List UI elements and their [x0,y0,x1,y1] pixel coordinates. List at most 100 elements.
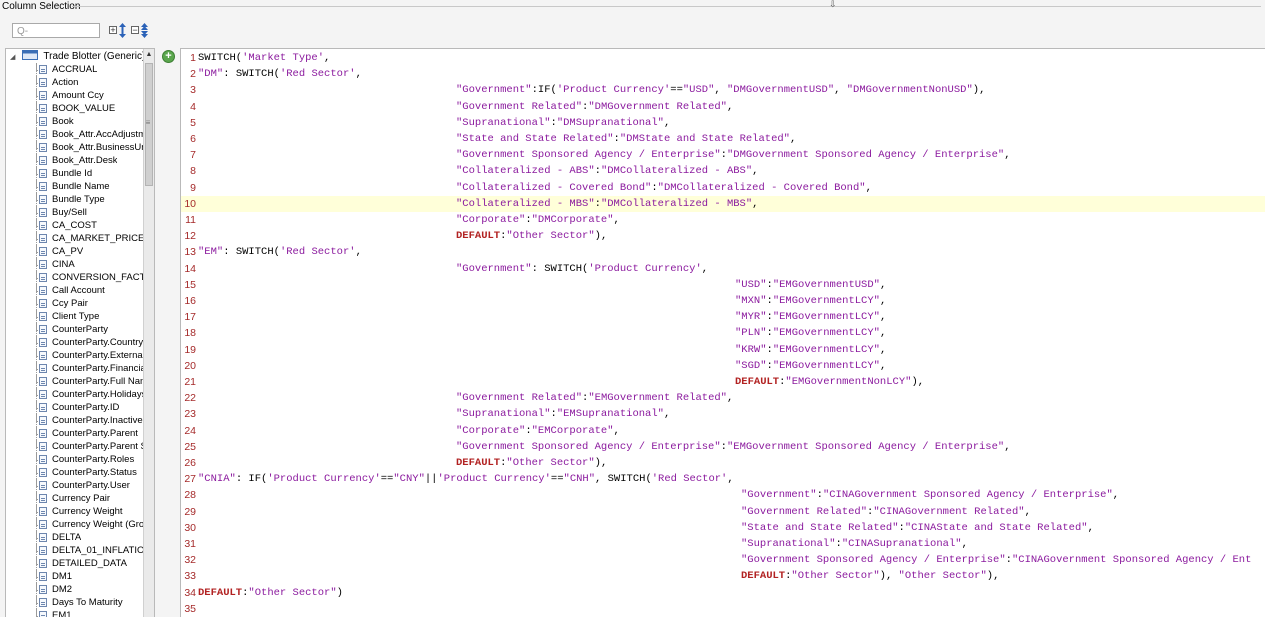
code-line[interactable]: 16 "MXN":"EMGovernmentLCY", [181,293,1265,309]
string-token: "Corporate" [456,214,526,226]
tree-item[interactable]: CounterParty [6,323,146,336]
code-line[interactable]: 19 "KRW":"EMGovernmentLCY", [181,342,1265,358]
tree-item[interactable]: CounterParty.Inactive [6,414,146,427]
tree-item[interactable]: Action [6,76,146,89]
code-line[interactable]: 22 "Government Related":"EMGovernment Rel… [181,390,1265,406]
tree-item[interactable]: BOOK_VALUE [6,102,146,115]
tree-item[interactable]: CounterParty.User [6,479,146,492]
tree-item[interactable]: CounterParty.Status [6,466,146,479]
code-token: , [324,52,331,64]
tree-scrollbar[interactable]: ▲ ≡ [143,49,154,617]
tree-item[interactable]: Call Account [6,284,146,297]
tree-item[interactable]: DELTA_01_INFLATION [6,544,146,557]
tree-item[interactable]: ACCRUAL [6,63,146,76]
tree-item[interactable]: Days To Maturity [6,596,146,609]
code-line[interactable]: 32 "Government Sponsored Agency / Enterpr… [181,552,1265,568]
code-line[interactable]: 8 "Collateralized - ABS":"DMCollateralize… [181,163,1265,179]
tree-item-label: CounterParty.User [52,480,130,491]
tree-item[interactable]: Ccy Pair [6,297,146,310]
code-line[interactable]: 9 "Collateralized - Covered Bond":"DMColl… [181,180,1265,196]
code-line[interactable]: 20 "SGD":"EMGovernmentLCY", [181,358,1265,374]
code-line[interactable]: 6 "State and State Related":"DMState and … [181,131,1265,147]
resize-handle-icon[interactable]: ⇩ [829,0,837,9]
tree-item[interactable]: Currency Weight [6,505,146,518]
code-line[interactable]: 17 "MYR":"EMGovernmentLCY", [181,309,1265,325]
tree-item[interactable]: Bundle Type [6,193,146,206]
code-line[interactable]: 14 "Government": SWITCH('Product Currency… [181,261,1265,277]
tree-item[interactable]: Bundle Id [6,167,146,180]
string-token: "USD" [682,84,715,97]
code-line[interactable]: 10 "Collateralized - MBS":"DMCollateraliz… [181,195,1265,212]
code-line[interactable]: 13 "EM": SWITCH('Red Sector', [181,244,1265,260]
tree-item[interactable]: CounterParty.ID [6,401,146,414]
tree-item[interactable]: CounterParty.Country [6,336,146,349]
tree-item[interactable]: Buy/Sell [6,206,146,219]
tree-item[interactable]: EM1 [6,609,146,617]
code-line[interactable]: 35 [181,601,1265,617]
tree-item[interactable]: Currency Pair [6,492,146,505]
tree-item[interactable]: CounterParty.Holidays [6,388,146,401]
code-line[interactable]: 25 "Government Sponsored Agency / Enterpr… [181,439,1265,455]
code-line[interactable]: 33 DEFAULT:"Other Sector"), "Other Sector… [181,568,1265,584]
collapse-all-button[interactable]: − [130,23,152,39]
code-line[interactable]: 11 "Corporate":"DMCorporate", [181,212,1265,228]
formula-editor[interactable]: 1 SWITCH('Market Type', 2 "DM": SWITCH('Red… [180,48,1265,617]
code-line[interactable]: 18 "PLN":"EMGovernmentLCY", [181,325,1265,341]
code-line[interactable]: 7 "Government Sponsored Agency / Enterpri… [181,147,1265,163]
tree-item[interactable]: Client Type [6,310,146,323]
code-line[interactable]: 2 "DM": SWITCH('Red Sector', [181,66,1265,82]
code-line[interactable]: 26 DEFAULT:"Other Sector"), [181,455,1265,471]
search-input[interactable]: Q- [12,23,100,38]
tree-item[interactable]: CounterParty.Parent [6,427,146,440]
string-token: "EM" [198,246,224,259]
tree-item[interactable]: CA_PV [6,245,146,258]
code-line[interactable]: 4 "Government Related":"DMGovernment Rela… [181,99,1265,115]
tree-item[interactable]: Book [6,115,146,128]
code-line[interactable]: 3 "Government":IF('Product Currency'=="US… [181,82,1265,98]
tree-item[interactable]: DM1 [6,570,146,583]
tree-item[interactable]: CounterParty.Financial [6,362,146,375]
code-text: "MXN":"EMGovernmentLCY", [735,293,886,309]
tree-item[interactable]: Book_Attr.AccAdjustme [6,128,146,141]
tree-item[interactable]: CINA [6,258,146,271]
expand-all-button[interactable]: + [108,23,130,39]
tree-item[interactable]: DM2 [6,583,146,596]
code-line[interactable]: 23 "Supranational":"EMSupranational", [181,406,1265,422]
line-number: 2 [190,68,196,81]
tree-item[interactable]: CounterParty.Roles [6,453,146,466]
code-line[interactable]: 5 "Supranational":"DMSupranational", [181,115,1265,131]
code-line[interactable]: 29 "Government Related":"CINAGovernment R… [181,504,1265,520]
tree-item[interactable]: CA_MARKET_PRICE [6,232,146,245]
string-token: "CNH" [563,473,596,486]
tree-item[interactable]: CounterParty.Full Name [6,375,146,388]
tree-item[interactable]: CounterParty.External [6,349,146,362]
code-line[interactable]: 34 DEFAULT:"Other Sector") [181,585,1265,601]
tree-item[interactable]: Currency Weight (Grou [6,518,146,531]
tree-item[interactable]: Bundle Name [6,180,146,193]
code-line[interactable]: 1 SWITCH('Market Type', [181,50,1265,66]
tree-root[interactable]: ◢ Trade Blotter (Generic) [10,50,145,63]
code-line[interactable]: 15 "USD":"EMGovernmentUSD", [181,277,1265,293]
tree-item[interactable]: CA_COST [6,219,146,232]
tree-item[interactable]: Amount Ccy [6,89,146,102]
tree-item[interactable]: CONVERSION_FACTOR [6,271,146,284]
code-line[interactable]: 27 "CNIA": IF('Product Currency'=="CNY"||… [181,471,1265,487]
add-column-button[interactable]: + [162,50,175,63]
code-line[interactable]: 21 DEFAULT:"EMGovernmentNonLCY"), [181,374,1265,390]
column-tree[interactable]: ◢ Trade Blotter (Generic) ACCRUAL Action A… [5,48,155,617]
tree-item[interactable]: Book_Attr.BusinessUnit [6,141,146,154]
tree-item[interactable]: DELTA [6,531,146,544]
code-line[interactable]: 31 "Supranational":"CINASupranational", [181,536,1265,552]
line-number: 7 [190,149,196,162]
tree-item[interactable]: DETAILED_DATA [6,557,146,570]
string-token: "EMGovernmentLCY" [772,311,880,324]
code-line[interactable]: 24 "Corporate":"EMCorporate", [181,423,1265,439]
code-line[interactable]: 28 "Government":"CINAGovernment Sponsored… [181,487,1265,503]
scroll-up-icon[interactable]: ▲ [145,50,153,59]
tree-item[interactable]: CounterParty.Parent S [6,440,146,453]
code-line[interactable]: 30 "State and State Related":"CINAState a… [181,520,1265,536]
column-document-icon [39,585,47,594]
code-line[interactable]: 12 DEFAULT:"Other Sector"), [181,228,1265,244]
tree-item[interactable]: Book_Attr.Desk [6,154,146,167]
string-token: "Supranational" [456,408,551,421]
